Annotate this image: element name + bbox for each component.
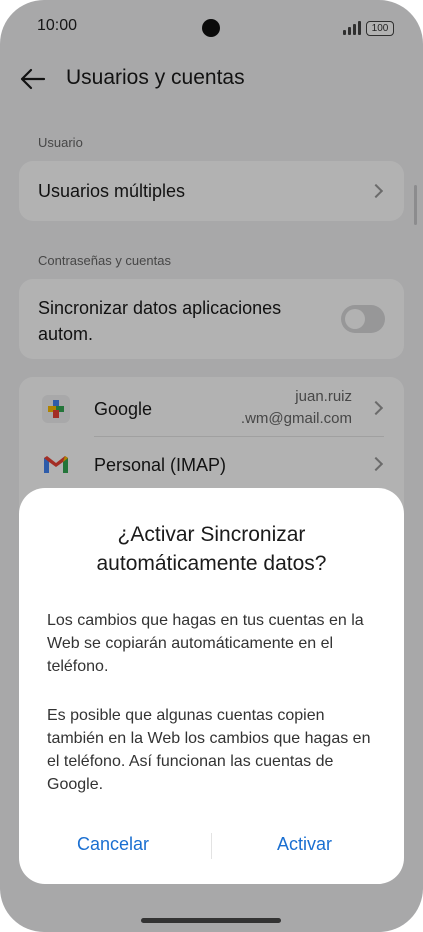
dialog-title-line2: automáticamente datos? (96, 552, 327, 575)
dialog-body-paragraph-1: Los cambios que hagas en tus cuentas en … (47, 612, 364, 675)
dialog-title-line1: ¿Activar Sincronizar (117, 523, 306, 546)
home-indicator[interactable] (141, 918, 281, 923)
phone-screen: 10:00 100 Usuarios y cuentas Usuario Usu… (0, 0, 423, 932)
cancel-button[interactable]: Cancelar (67, 828, 159, 861)
button-divider (211, 833, 212, 859)
dialog-body-paragraph-2: Es posible que algunas cuentas copien ta… (47, 707, 371, 793)
sync-confirm-dialog: ¿Activar Sincronizar automáticamente dat… (19, 488, 404, 884)
dialog-title: ¿Activar Sincronizar automáticamente dat… (39, 520, 384, 578)
activate-button[interactable]: Activar (267, 828, 342, 861)
